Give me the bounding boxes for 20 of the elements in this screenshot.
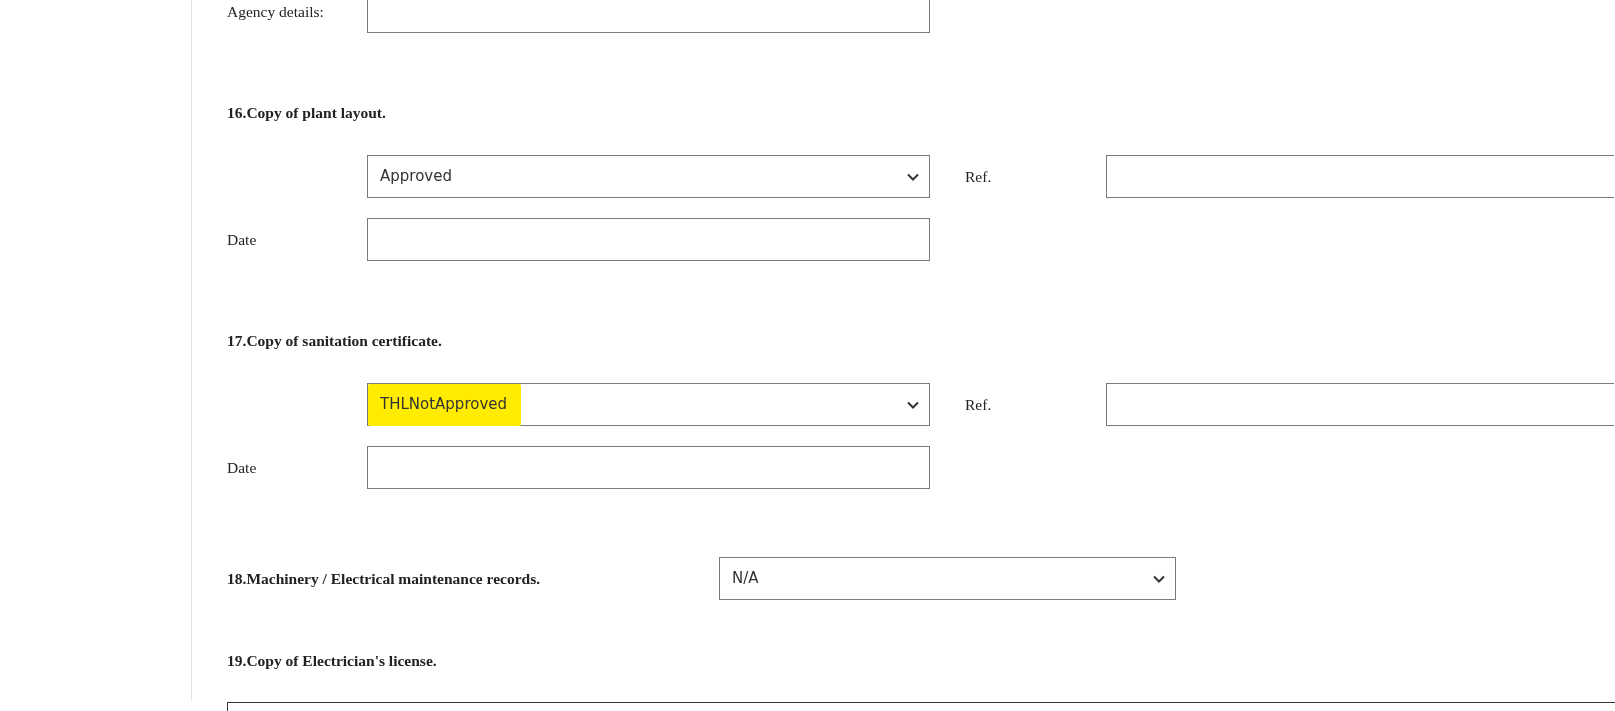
input-field[interactable]: [367, 0, 930, 33]
field-label: Date: [227, 457, 258, 478]
input-field[interactable]: [367, 218, 930, 261]
field-label: Date: [227, 229, 258, 250]
input-field[interactable]: [1106, 383, 1614, 426]
section-heading: 17.Copy of sanitation certificate.: [227, 331, 443, 351]
input-field[interactable]: [367, 446, 930, 489]
status-dropdown[interactable]: THLNotApproved: [367, 383, 930, 426]
input-field[interactable]: [1106, 155, 1614, 198]
field-label: Ref.: [965, 394, 993, 415]
section-heading: 18.Machinery / Electrical maintenance records.: [227, 568, 542, 589]
chevron-icon: [907, 172, 919, 181]
chevron-icon: [907, 400, 919, 409]
field-label: Ref.: [965, 166, 993, 187]
chevron-icon: [1153, 574, 1165, 583]
section-heading: 19.Copy of Electrician's license.: [227, 651, 438, 671]
field-label: Agency details:: [227, 1, 325, 22]
status-dropdown[interactable]: N/A: [719, 557, 1176, 600]
section-heading: 16.Copy of plant layout.: [227, 103, 387, 123]
status-dropdown[interactable]: Approved: [367, 155, 930, 198]
